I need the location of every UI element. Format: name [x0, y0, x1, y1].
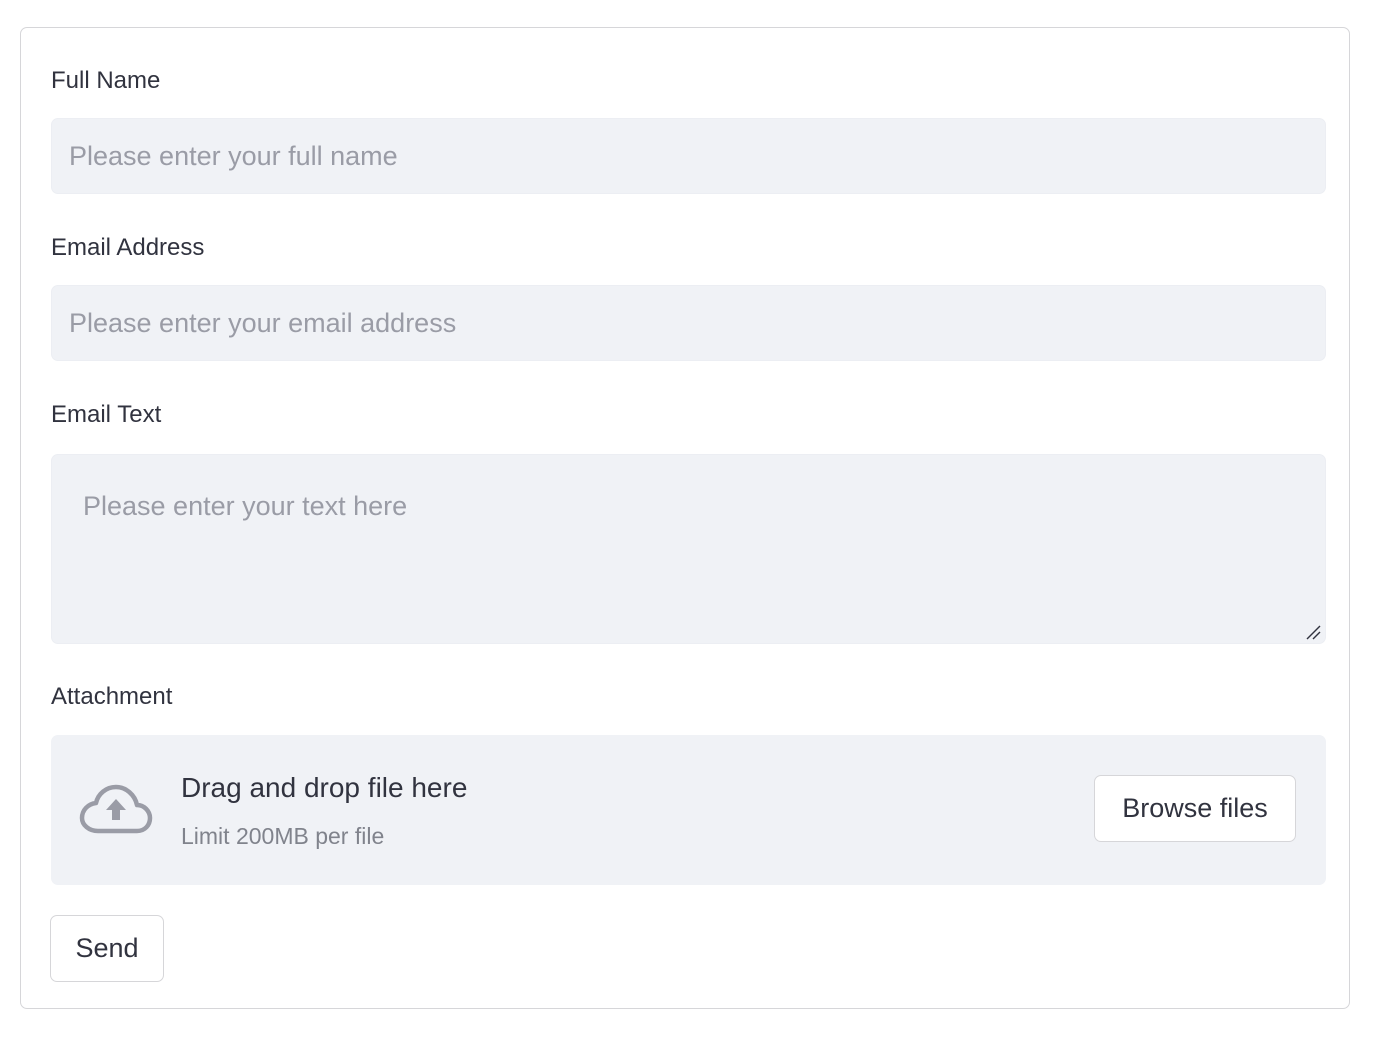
- attachment-label: Attachment: [51, 683, 173, 710]
- cloud-upload-icon: [79, 784, 153, 834]
- email-text-area[interactable]: [51, 454, 1326, 644]
- resize-handle-icon[interactable]: [1305, 624, 1321, 640]
- email-address-label: Email Address: [51, 234, 205, 261]
- email-text-label: Email Text: [51, 401, 162, 428]
- full-name-input[interactable]: [51, 118, 1326, 194]
- email-address-input[interactable]: [51, 285, 1326, 361]
- full-name-label: Full Name: [51, 67, 161, 94]
- dropzone-limit-text: Limit 200MB per file: [181, 823, 385, 849]
- browse-files-button[interactable]: Browse files: [1094, 775, 1296, 842]
- send-button[interactable]: Send: [50, 915, 164, 982]
- dropzone-title: Drag and drop file here: [181, 772, 468, 803]
- file-dropzone[interactable]: Drag and drop file here Limit 200MB per …: [51, 735, 1326, 885]
- email-form: Full Name Email Address Email Text Attac…: [20, 27, 1350, 1009]
